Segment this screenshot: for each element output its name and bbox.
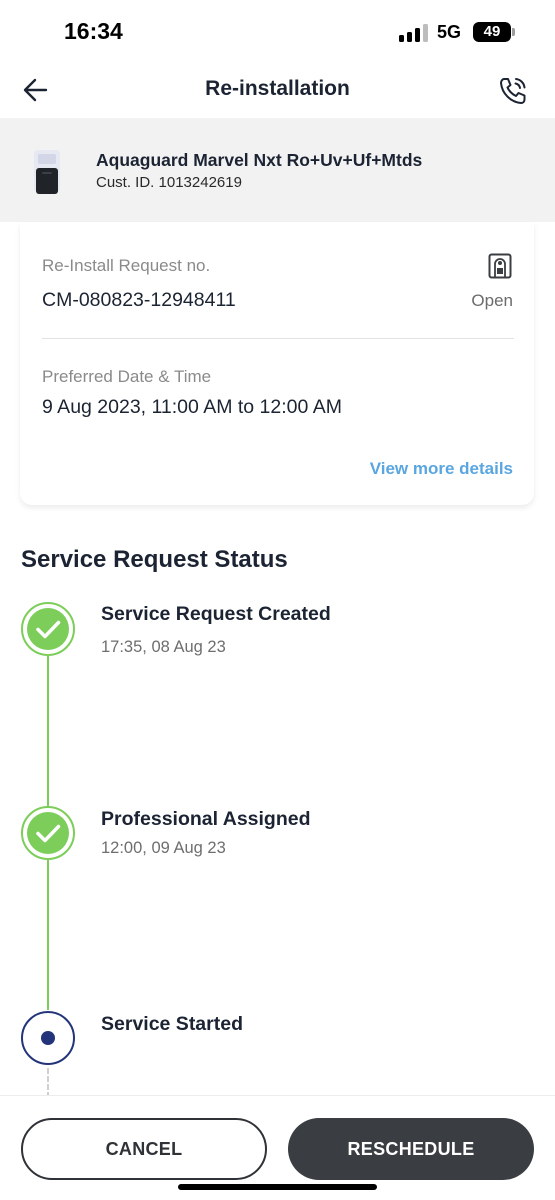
check-circle-icon xyxy=(21,806,75,860)
phone-call-icon[interactable] xyxy=(496,74,530,108)
product-image xyxy=(28,150,66,196)
request-card: Re-Install Request no. CM-080823-1294841… xyxy=(20,222,534,505)
step-time: 12:00, 09 Aug 23 xyxy=(101,839,226,857)
pending-timeline-line xyxy=(47,1068,49,1098)
cancel-button[interactable]: CANCEL xyxy=(21,1118,267,1180)
step-title: Professional Assigned xyxy=(101,808,311,830)
reschedule-button[interactable]: RESCHEDULE xyxy=(288,1118,534,1180)
network-type: 5G xyxy=(437,22,462,42)
app-header: Re-installation xyxy=(0,62,555,118)
battery-icon: 49 xyxy=(473,22,511,42)
preferred-time: 9 Aug 2023, 11:00 AM to 12:00 AM xyxy=(42,396,342,418)
step-title: Service Started xyxy=(101,1013,243,1035)
card-divider xyxy=(42,338,514,339)
preferred-time-label: Preferred Date & Time xyxy=(42,367,212,386)
product-strip: Aquaguard Marvel Nxt Ro+Uv+Uf+Mtds Cust.… xyxy=(0,118,555,222)
battery-level: 49 xyxy=(483,23,501,40)
bottom-action-bar: CANCEL RESCHEDULE xyxy=(0,1095,555,1200)
section-title: Service Request Status xyxy=(21,546,288,573)
product-name: Aquaguard Marvel Nxt Ro+Uv+Uf+Mtds xyxy=(96,150,423,170)
page-title: Re-installation xyxy=(205,77,350,100)
request-number-label: Re-Install Request no. xyxy=(42,256,211,275)
status-bar: 16:34 5G 49 xyxy=(0,0,555,62)
step-time: 17:35, 08 Aug 23 xyxy=(101,638,226,656)
view-more-details-link[interactable]: View more details xyxy=(370,459,513,479)
document-icon xyxy=(488,253,512,279)
timeline-line xyxy=(47,860,49,1010)
customer-id: Cust. ID. 1013242619 xyxy=(96,174,242,191)
signal-icon xyxy=(399,24,429,42)
step-title: Service Request Created xyxy=(101,603,331,625)
status-time: 16:34 xyxy=(64,18,123,44)
check-circle-icon xyxy=(21,602,75,656)
battery-nub xyxy=(512,28,515,36)
home-indicator xyxy=(178,1184,377,1190)
timeline-line xyxy=(47,656,49,806)
current-step-dot xyxy=(41,1031,55,1045)
request-status: Open xyxy=(471,291,513,310)
request-number: CM-080823-12948411 xyxy=(42,289,236,311)
current-step-icon xyxy=(21,1011,75,1065)
